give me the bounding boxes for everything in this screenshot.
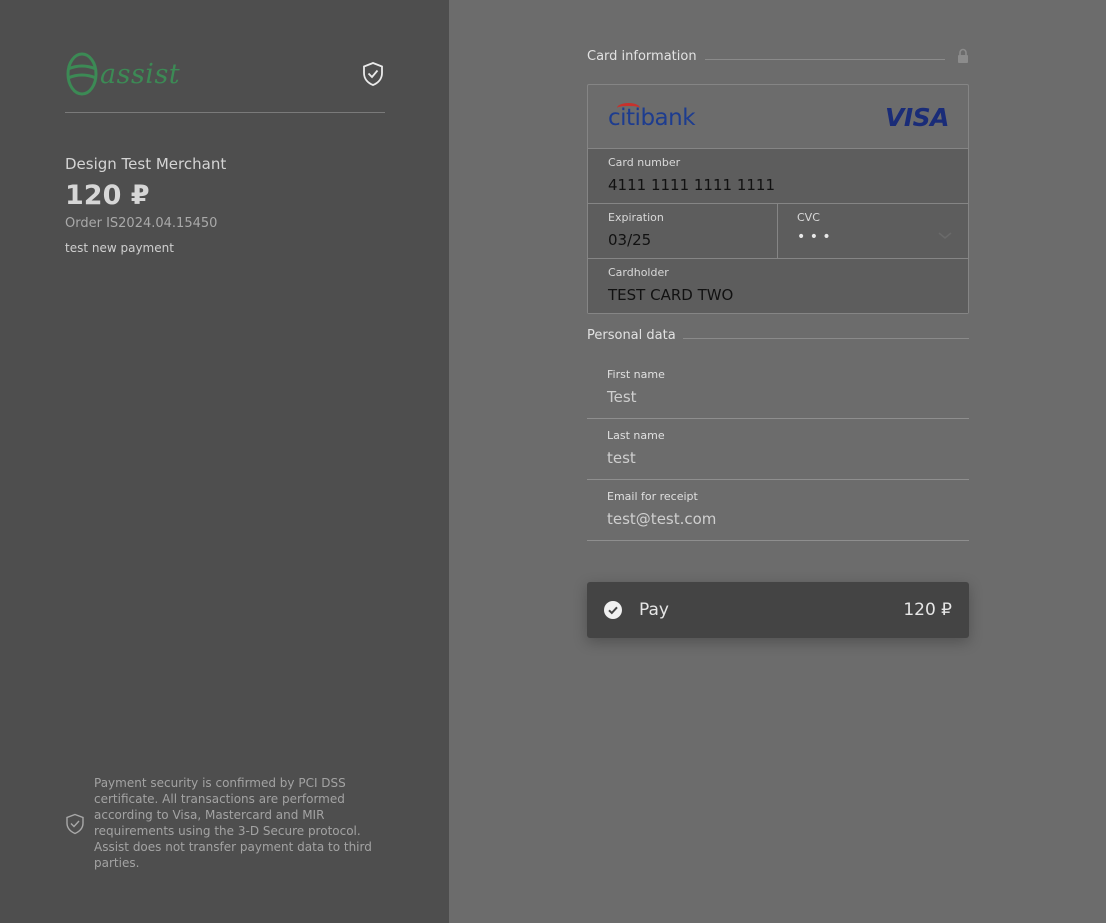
last-name-label: Last name — [607, 429, 665, 442]
personal-section-title: Personal data — [587, 328, 676, 343]
merchant-panel: assist Design Test Merchant 120 ₽ Order … — [0, 0, 449, 923]
last-name-value: test — [607, 449, 636, 467]
bank-row: citibank VISA — [588, 85, 968, 149]
lock-icon — [958, 48, 968, 63]
expiration-label: Expiration — [608, 211, 664, 224]
security-note: Payment security is confirmed by PCI DSS… — [94, 776, 372, 870]
cardholder-label: Cardholder — [608, 266, 669, 279]
email-value: test@test.com — [607, 510, 717, 528]
merchant-name: Design Test Merchant — [65, 155, 227, 173]
cardholder-field[interactable]: Cardholder TEST CARD TWO — [588, 258, 968, 313]
order-amount: 120 ₽ — [65, 180, 150, 211]
first-name-field[interactable]: First name Test — [587, 358, 969, 419]
cvc-value: • • • — [797, 229, 831, 245]
shield-check-icon — [363, 62, 383, 86]
pay-button[interactable]: Pay 120 ₽ — [587, 582, 969, 638]
card-number-field[interactable]: Card number 4111 1111 1111 1111 — [588, 148, 968, 204]
last-name-field[interactable]: Last name test — [587, 419, 969, 480]
personal-section-line — [683, 338, 969, 339]
security-shield-icon — [66, 813, 84, 835]
cvc-field[interactable]: CVC • • • — [777, 203, 968, 259]
pay-button-label: Pay — [639, 600, 669, 620]
order-number: Order IS2024.04.15450 — [65, 216, 218, 231]
citibank-arc-icon — [617, 103, 640, 113]
card-form: citibank VISA Card number 4111 1111 1111… — [587, 84, 969, 314]
pay-button-amount: 120 ₽ — [903, 600, 952, 620]
cvc-label: CVC — [797, 211, 820, 224]
cardholder-value: TEST CARD TWO — [608, 286, 734, 304]
card-number-value: 4111 1111 1111 1111 — [608, 176, 775, 194]
assist-logo: assist — [66, 49, 196, 99]
expiration-field[interactable]: Expiration 03/25 — [588, 203, 777, 259]
visa-logo: VISA — [885, 103, 950, 132]
assist-logo-icon — [66, 52, 98, 96]
order-description: test new payment — [65, 241, 174, 255]
card-section-line — [705, 59, 945, 60]
header-divider — [65, 112, 385, 113]
logo-text: assist — [100, 58, 181, 90]
email-label: Email for receipt — [607, 490, 698, 503]
card-section-title: Card information — [587, 49, 697, 64]
first-name-value: Test — [607, 388, 637, 406]
check-circle-icon — [604, 601, 622, 619]
chevron-down-icon[interactable] — [938, 232, 952, 240]
citibank-logo: citibank — [608, 103, 696, 131]
email-field[interactable]: Email for receipt test@test.com — [587, 480, 969, 541]
expiration-value: 03/25 — [608, 231, 652, 249]
card-number-label: Card number — [608, 156, 681, 169]
first-name-label: First name — [607, 368, 665, 381]
